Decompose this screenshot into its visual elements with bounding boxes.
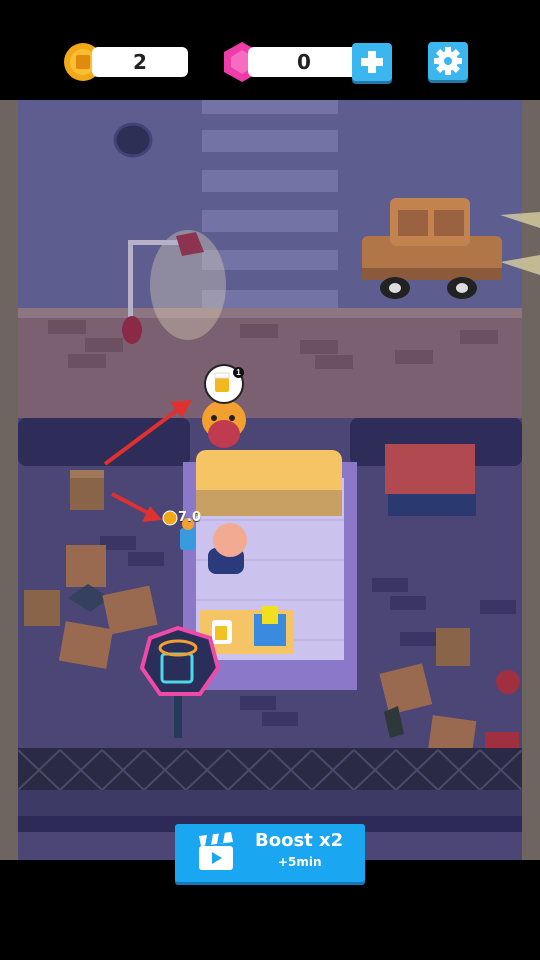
coin-icon [162, 510, 178, 526]
manhole-cover [113, 122, 153, 158]
planter-base [388, 494, 476, 516]
game-scene[interactable] [0, 0, 540, 960]
clapperboard-icon [199, 832, 233, 870]
left-wall [0, 100, 18, 860]
settings-button[interactable] [428, 42, 468, 80]
gem-counter: 0 [248, 47, 360, 77]
curb [18, 308, 522, 318]
boost-button[interactable]: Boost x2 +5min [175, 824, 365, 882]
plus-icon [361, 51, 383, 73]
coin-counter: 2 [92, 47, 188, 77]
boost-subtitle: +5min [278, 855, 322, 869]
order-count-badge: 1 [233, 367, 244, 378]
beer-mug-icon [212, 620, 232, 644]
bar-counter [196, 450, 342, 496]
add-gems-button[interactable] [352, 43, 392, 81]
counter-front [196, 490, 342, 516]
iron-fence [17, 748, 523, 791]
gear-icon [434, 47, 462, 75]
boost-title: Boost x2 [255, 830, 344, 851]
price-label: 7.0 [178, 510, 202, 525]
red-planter [385, 444, 475, 494]
lower-ground [18, 790, 522, 816]
